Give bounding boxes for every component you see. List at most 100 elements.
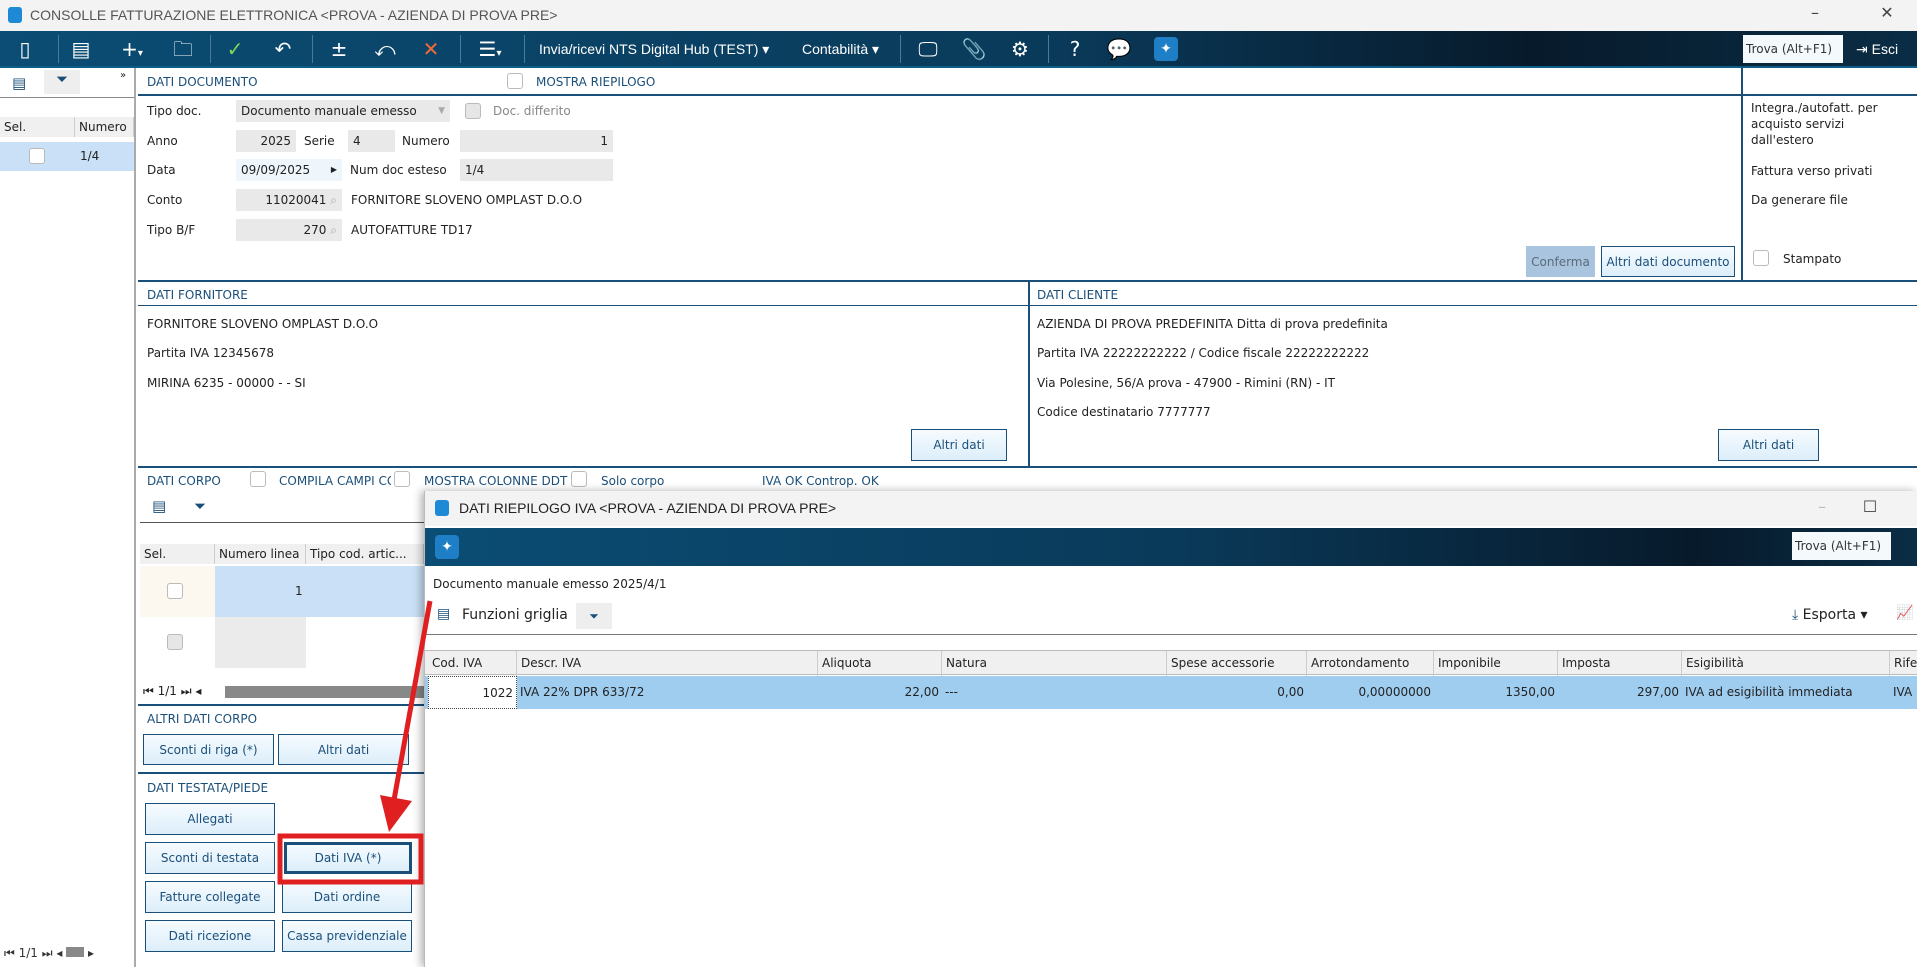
filter-icon[interactable]: ⏷: [576, 603, 612, 629]
solo-corpo-checkbox[interactable]: [571, 471, 587, 487]
grid-functions-icon[interactable]: ▤: [437, 606, 450, 622]
col-header-arrotondamento[interactable]: Arrotondamento: [1307, 651, 1434, 676]
left-pager[interactable]: ⏮ 1/1 ⏭ ◂ ▸: [4, 946, 94, 961]
cell-imposta[interactable]: 297,00: [1558, 676, 1682, 709]
search-icon[interactable]: ⌕: [330, 223, 337, 237]
doc-differito-checkbox[interactable]: [465, 103, 481, 119]
search-icon[interactable]: ⌕: [330, 193, 337, 207]
exit-button[interactable]: ⇥ Esci: [1856, 35, 1898, 63]
cassa-previdenziale-button[interactable]: Cassa previdenziale: [282, 920, 412, 952]
menu-contabilita[interactable]: Contabilità ▾: [802, 35, 879, 63]
horizontal-scrollbar[interactable]: [225, 686, 424, 698]
cliente-altri-dati-button[interactable]: Altri dati: [1718, 429, 1819, 461]
search-input[interactable]: Trova (Alt+F1): [1743, 35, 1843, 63]
col-header-cod-iva[interactable]: Cod. IVA: [428, 651, 517, 676]
col-header-sel[interactable]: Sel.: [0, 117, 75, 137]
undo-icon[interactable]: ↶: [270, 35, 296, 63]
tipo-bf-field[interactable]: 270 ⌕: [236, 219, 342, 241]
col-header-descr-iva[interactable]: Descr. IVA: [517, 651, 818, 676]
ai-sparkle-icon[interactable]: ✦: [435, 535, 459, 559]
col-header-sel[interactable]: Sel.: [140, 544, 215, 564]
col-header-imposta[interactable]: Imposta: [1558, 651, 1682, 676]
cell-descr-iva[interactable]: IVA 22% DPR 633/72: [517, 676, 818, 709]
numero-field[interactable]: 1: [460, 130, 613, 152]
tipo-doc-select[interactable]: Documento manuale emesso ▼: [236, 100, 450, 122]
dialog-search-input[interactable]: Trova (Alt+F1): [1792, 532, 1891, 560]
help-icon[interactable]: ?: [1062, 35, 1088, 63]
filter-icon[interactable]: ⏷: [194, 497, 206, 515]
compila-campi-checkbox[interactable]: [250, 471, 266, 487]
col-header-aliquota[interactable]: Aliquota: [818, 651, 942, 676]
cell-esigibilita[interactable]: IVA ad esigibilità immediata: [1682, 676, 1890, 709]
row-checkbox[interactable]: [167, 583, 183, 599]
stampato-checkbox[interactable]: [1753, 250, 1769, 266]
row-checkbox[interactable]: [29, 148, 45, 164]
table-row[interactable]: 1022 IVA 22% DPR 633/72 22,00 --- 0,00 0…: [425, 676, 1917, 709]
cell-riferimento[interactable]: IVA: [1890, 676, 1917, 709]
col-header-spese-accessorie[interactable]: Spese accessorie: [1167, 651, 1307, 676]
col-header-esigibilita[interactable]: Esigibilità: [1682, 651, 1890, 676]
col-header-imponibile[interactable]: Imponibile: [1434, 651, 1558, 676]
table-row[interactable]: [140, 617, 424, 668]
dati-ricezione-button[interactable]: Dati ricezione: [145, 920, 275, 952]
fatture-collegate-button[interactable]: Fatture collegate: [145, 881, 275, 913]
list-item[interactable]: 1/4: [0, 142, 134, 171]
dati-ordine-button[interactable]: Dati ordine: [282, 881, 412, 913]
expand-icon[interactable]: »: [120, 70, 126, 81]
conto-field[interactable]: 11020041 ⌕: [236, 189, 342, 211]
restore-row-icon[interactable]: ⤺: [372, 35, 398, 63]
col-header-riferimento[interactable]: Rife: [1890, 651, 1917, 676]
mostra-riepilogo-checkbox[interactable]: [507, 73, 523, 89]
add-icon[interactable]: +▾: [114, 35, 150, 63]
row-checkbox[interactable]: [167, 634, 183, 650]
delete-row-icon[interactable]: ✕: [418, 35, 444, 63]
col-header-tipo-cod[interactable]: Tipo cod. artic...: [306, 544, 424, 564]
allegati-button[interactable]: Allegati: [145, 803, 275, 835]
cell-arrotondamento[interactable]: 0,00000000: [1307, 676, 1434, 709]
chat-notification-icon[interactable]: 💬: [1106, 35, 1132, 63]
col-header-natura[interactable]: Natura: [942, 651, 1167, 676]
cell-aliquota[interactable]: 22,00: [818, 676, 942, 709]
cell-spese-accessorie[interactable]: 0,00: [1167, 676, 1307, 709]
ai-sparkle-icon[interactable]: ✦: [1154, 37, 1178, 61]
sconti-di-riga-button[interactable]: Sconti di riga (*): [143, 734, 274, 765]
altri-dati-corpo-button[interactable]: Altri dati: [278, 734, 409, 765]
gear-icon[interactable]: ⚙: [1007, 35, 1033, 63]
sidebar-toggle-icon[interactable]: ▯: [12, 35, 38, 63]
folder-icon[interactable]: 🗀: [170, 35, 196, 63]
dialog-minimize-button[interactable]: –: [1807, 497, 1837, 516]
mostra-colonne-ddt-checkbox[interactable]: [394, 471, 410, 487]
cell-cod-iva[interactable]: 1022: [428, 676, 517, 709]
anno-field[interactable]: 2025: [236, 130, 296, 152]
calendar-arrow-icon[interactable]: ▶: [331, 159, 337, 181]
insert-row-icon[interactable]: ±: [326, 35, 352, 63]
grid-functions-icon[interactable]: ▤: [152, 497, 166, 515]
dati-iva-button[interactable]: Dati IVA (*): [284, 842, 412, 874]
sconti-testata-button[interactable]: Sconti di testata: [145, 842, 275, 874]
paperclip-icon[interactable]: 📎: [961, 35, 987, 63]
data-field[interactable]: 09/09/2025 ▶: [236, 159, 342, 181]
num-esteso-field[interactable]: 1/4: [460, 159, 613, 181]
document-list-icon[interactable]: ▤: [68, 35, 94, 63]
serie-field[interactable]: 4: [348, 130, 395, 152]
altri-dati-documento-button[interactable]: Altri dati documento: [1601, 246, 1735, 277]
esporta-button[interactable]: ⤓ Esporta ▾: [1792, 607, 1868, 623]
close-button[interactable]: ✕: [1872, 3, 1902, 22]
table-row[interactable]: 1: [140, 566, 424, 617]
col-header-numero[interactable]: Numero: [75, 117, 134, 137]
cell-natura[interactable]: ---: [942, 676, 1167, 709]
minimize-button[interactable]: –: [1800, 3, 1830, 22]
chart-icon[interactable]: 📈: [1896, 605, 1913, 621]
dialog-maximize-button[interactable]: ☐: [1855, 497, 1885, 516]
cell-imponibile[interactable]: 1350,00: [1434, 676, 1558, 709]
col-header-numero-linea[interactable]: Numero linea: [215, 544, 306, 564]
monitor-icon[interactable]: 🖵: [915, 35, 941, 63]
grid-functions-icon[interactable]: ▤: [12, 74, 26, 92]
corpo-pager[interactable]: ⏮ 1/1 ⏭ ◂: [143, 684, 201, 699]
conferma-button[interactable]: Conferma: [1526, 246, 1595, 277]
menu-nts-digital-hub[interactable]: Invia/ricevi NTS Digital Hub (TEST) ▾: [539, 35, 769, 63]
filter-icon[interactable]: ⏷: [44, 70, 80, 94]
menu-icon[interactable]: ☰▾: [472, 35, 508, 63]
confirm-check-icon[interactable]: ✓: [222, 35, 248, 63]
funzioni-griglia-button[interactable]: Funzioni griglia: [462, 607, 568, 623]
